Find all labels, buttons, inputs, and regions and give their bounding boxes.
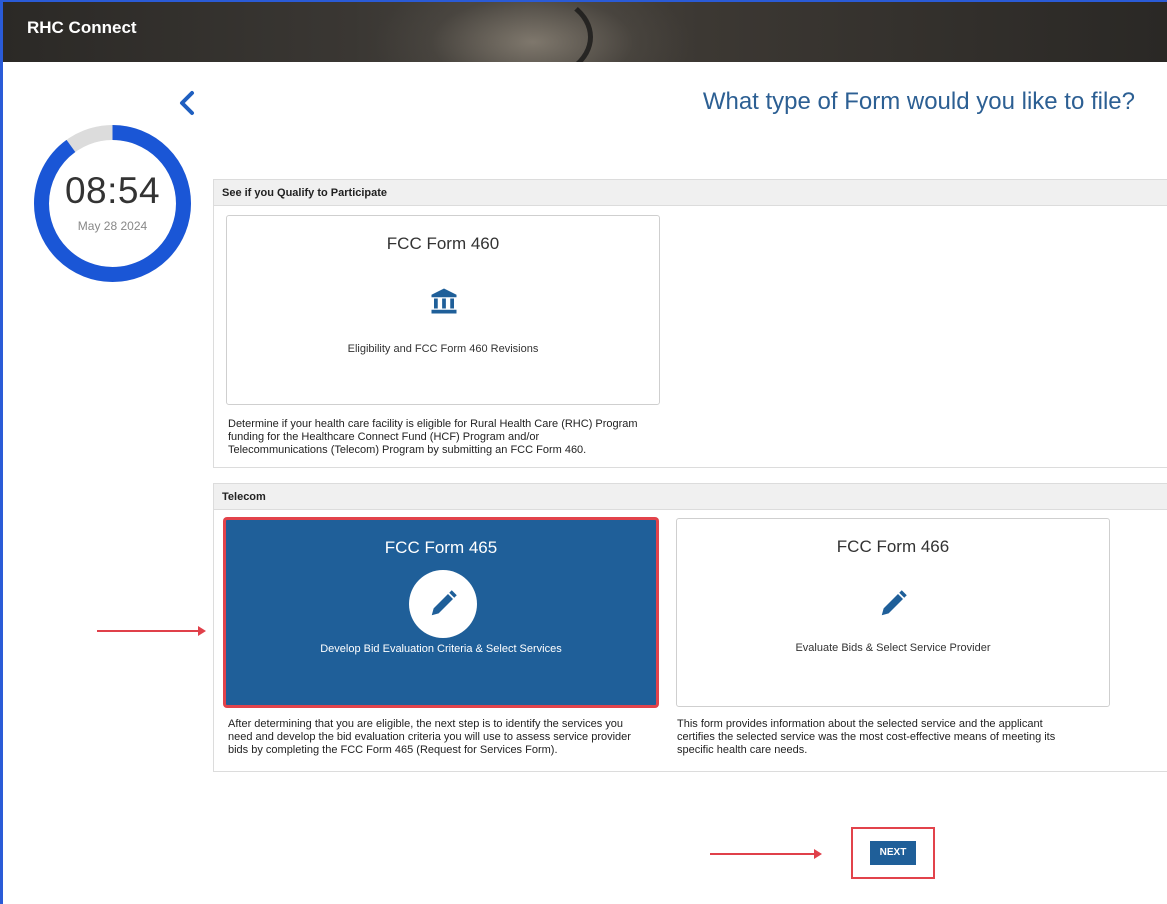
page-title: What type of Form would you like to file… — [702, 88, 1135, 115]
timer-time: 08:54 — [64, 170, 161, 211]
description-line: certifies the selected service was the m… — [677, 731, 1056, 743]
card-subtitle: Eligibility and FCC Form 460 Revisions — [347, 343, 539, 355]
card-title: FCC Form 460 — [386, 234, 500, 253]
header-stethoscope-image — [473, 2, 593, 62]
description-line: This form provides information about the… — [677, 718, 1043, 730]
section-heading: Telecom — [214, 484, 1167, 510]
form-466-card[interactable]: FCC Form 466 Evaluate Bids & Select Serv… — [676, 518, 1110, 707]
next-button-highlight: NEXT — [851, 827, 935, 879]
description-line: funding for the Healthcare Connect Fund … — [228, 431, 540, 443]
annotation-arrow-card — [97, 626, 206, 636]
description-line: After determining that you are eligible,… — [228, 718, 623, 730]
description-line: Determine if your health care facility i… — [228, 418, 638, 430]
form-465-card[interactable]: FCC Form 465 Develop Bid Evaluation Crit… — [224, 518, 658, 707]
form-460-description: Determine if your health care facility i… — [228, 418, 668, 457]
description-line: Telecommunications (Telecom) Program by … — [228, 444, 587, 456]
description-line: bids by completing the FCC Form 465 (Req… — [228, 744, 558, 756]
annotation-arrow-next — [710, 849, 822, 859]
pencil-icon-badge — [409, 570, 477, 638]
card-subtitle: Evaluate Bids & Select Service Provider — [795, 642, 991, 654]
card-title: FCC Form 466 — [836, 537, 950, 556]
description-line: specific health care needs. — [677, 744, 808, 756]
description-line: need and develop the bid evaluation crit… — [228, 731, 631, 743]
form-465-description: After determining that you are eligible,… — [228, 718, 668, 757]
card-subtitle: Develop Bid Evaluation Criteria & Select… — [320, 643, 562, 655]
window-frame-left — [0, 0, 3, 904]
pencil-icon — [431, 590, 457, 616]
back-chevron-icon[interactable] — [176, 90, 200, 116]
section-heading: See if you Qualify to Participate — [214, 180, 1167, 206]
form-460-card[interactable]: FCC Form 460 Eligibility and FCC Form 46… — [226, 215, 660, 405]
timer-date: May 28 2024 — [77, 219, 148, 233]
form-466-description: This form provides information about the… — [677, 718, 1117, 757]
app-header: RHC Connect — [3, 2, 1167, 62]
app-title: RHC Connect — [27, 18, 137, 37]
bank-icon — [431, 288, 457, 314]
pencil-icon — [881, 590, 907, 616]
card-title: FCC Form 465 — [384, 538, 498, 557]
next-button[interactable]: NEXT — [870, 841, 916, 865]
